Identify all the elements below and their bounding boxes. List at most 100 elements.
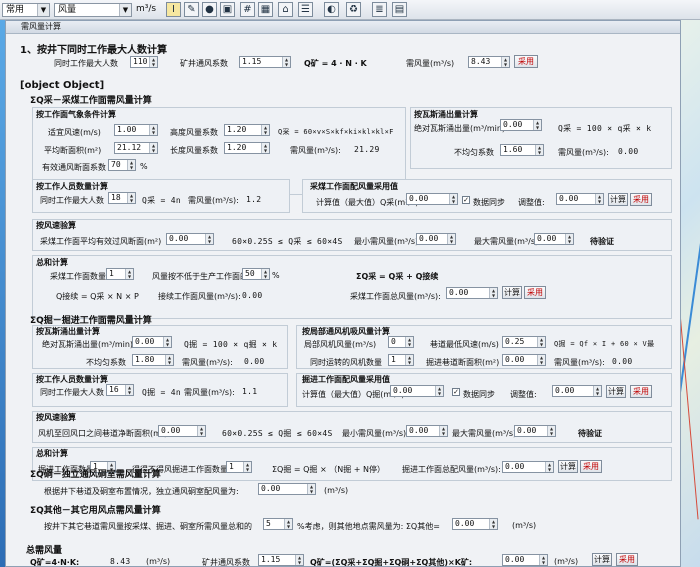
weather-q-label: 需风量(m³/s):	[290, 146, 341, 155]
chevron-down-icon: ▼	[37, 4, 49, 16]
report-icon[interactable]: ≣	[372, 2, 387, 17]
weather-eff-percent: %	[140, 162, 148, 171]
heading-fan-formula: Q掘 = Qf × I + 60 × V最	[554, 340, 655, 348]
heading-wind-min-label: 最小需风量(m³/s)	[342, 429, 407, 438]
heading-sum-adopt-button[interactable]: 采用	[580, 460, 602, 473]
mining-ratio-spinner[interactable]: 50 ▲ ▼	[242, 268, 270, 280]
mining-total-group	[32, 255, 672, 319]
heading-sync-label: 数据同步	[463, 390, 495, 399]
source-select[interactable]: 风量 ▼	[54, 3, 132, 17]
mining-sum-label: 采煤工作面总风量(m³/s):	[350, 292, 441, 301]
total-coef-spinner[interactable]: 1.15 ▲ ▼	[258, 554, 304, 566]
building-icon[interactable]: ⌂	[278, 2, 293, 17]
heading-sum-label: 掘进工作面总配风量(m³/s):	[402, 465, 501, 474]
list-icon[interactable]: ☰	[298, 2, 313, 17]
chamber-spinner[interactable]: 0.00 ▲ ▼	[258, 483, 316, 495]
mining-heading: ΣQ采－采煤工作面需风量计算	[30, 96, 152, 106]
mining-adopt-button[interactable]: 采用	[630, 193, 652, 206]
mode-select[interactable]: 常用 ▼	[2, 3, 50, 17]
heading-workers-formula: Q掘 = 4n	[142, 388, 181, 397]
heading-sync-checkbox[interactable]: ✓	[452, 388, 460, 396]
mining-wind-spinner[interactable]: 0.00 ▲ ▼	[166, 233, 214, 245]
weather-speed-label: 适宜风速(m/s)	[48, 128, 101, 137]
heading-area-label: 掘进巷道断面积(m²)	[426, 358, 500, 367]
palette-icon[interactable]: ◐	[324, 2, 339, 17]
gas-heading: 按瓦斯涌出量计算	[414, 110, 478, 119]
s1-people-spinner[interactable]: 110 ▲ ▼	[130, 56, 158, 68]
weather-area-spinner[interactable]: 21.12 ▲ ▼	[114, 142, 158, 154]
heading-gas-abs-spinner[interactable]: 0.00 ▲ ▼	[132, 336, 172, 348]
mining-total-formula2: Q接续 = Q采 × N × P	[56, 292, 139, 301]
heading-calc-button[interactable]: 计算	[606, 385, 626, 398]
heading-speed-spinner[interactable]: 0.25 ▲ ▼	[502, 336, 546, 348]
heading-sum-spinner[interactable]: 0.00 ▲ ▼	[502, 461, 554, 473]
workers-people-spinner[interactable]: 18 ▲ ▼	[108, 192, 136, 204]
recycle-icon[interactable]: ♻	[346, 2, 361, 17]
s1-q-field: 8.43 ▲ ▼	[468, 56, 510, 68]
other-spinner[interactable]: 5 ▲ ▼	[263, 518, 293, 530]
mining-wind-formula: 60×0.25S ≤ Q采 ≤ 60×4S	[232, 237, 343, 246]
mining-wind-min-label: 最小需风量(m³/s)	[354, 237, 419, 246]
layers-icon[interactable]: ▣	[220, 2, 235, 17]
section1-heading: 1、按井下同时工作最大人数计算	[20, 45, 167, 56]
heading-gas-uneven-spinner[interactable]: 1.80 ▲ ▼	[132, 354, 174, 366]
weather-length-label: 长度风量系数	[170, 146, 218, 155]
mining-sum-adopt-button[interactable]: 采用	[524, 286, 546, 299]
weather-q-value: 21.29	[354, 145, 380, 154]
heading-num-spinner[interactable]: 1 ▲ ▼	[388, 354, 414, 366]
heading-num-label: 同时运转的风机数量	[310, 358, 382, 367]
total-calc-button[interactable]: 计算	[592, 553, 612, 566]
mining-adj-spinner[interactable]: 0.00 ▲ ▼	[556, 193, 604, 205]
s1-adopt-button[interactable]: 采用	[514, 55, 538, 68]
heading-noless-spinner[interactable]: 1 ▲ ▼	[226, 461, 252, 473]
s1-coef-label: 矿井通风系数	[180, 59, 228, 68]
gas-formula: Q采 = 100 × q采 × k	[558, 124, 652, 133]
mining-calc-spinner[interactable]: 0.00 ▲ ▼	[406, 193, 458, 205]
mining-sync-label: 数据同步	[473, 198, 505, 207]
heading-workers-spinner[interactable]: 16 ▲ ▼	[106, 384, 134, 396]
s1-people-label: 同时工作最大人数	[54, 59, 118, 68]
heading-adopt-button[interactable]: 采用	[630, 385, 652, 398]
heading-gas-formula: Q掘 = 100 × q掘 × k	[184, 340, 278, 349]
mining-adopt-heading: 采煤工作面配风量采用值	[310, 182, 398, 191]
heading-fan-q-value: 0.00	[612, 357, 633, 366]
table-icon[interactable]: ▦	[258, 2, 273, 17]
heading-fan-spinner[interactable]: 0 ▲ ▼	[388, 336, 414, 348]
heading-area-spinner[interactable]: 0.00 ▲ ▼	[502, 354, 546, 366]
grid-icon[interactable]: #	[240, 2, 255, 17]
heading-calc-spinner[interactable]: 0.00 ▲ ▼	[390, 385, 444, 397]
weather-length-spinner[interactable]: 1.20 ▲ ▼	[224, 142, 270, 154]
weather-eff-spinner[interactable]: 70 ▲ ▼	[108, 159, 136, 171]
mining-wind-status: 待验证	[590, 237, 614, 246]
weather-eff-label: 有效通风断面系数	[42, 163, 106, 172]
total-f2-label: Q矿=(ΣQ采+ΣQ掘+ΣQ硐+ΣQ其他)×K矿:	[310, 558, 473, 567]
workers-q-label: 需风量(m³/s):	[188, 196, 239, 205]
heading-wind-spinner[interactable]: 0.00 ▲ ▼	[158, 425, 206, 437]
dialog-title: 需风量计算	[6, 21, 680, 34]
gas-uneven-spinner[interactable]: 1.60 ▲ ▼	[500, 144, 544, 156]
heading-sum-calc-button[interactable]: 计算	[558, 460, 578, 473]
circle-icon[interactable]: ●	[202, 2, 217, 17]
mining-sum-calc-button[interactable]: 计算	[502, 286, 522, 299]
total-adopt-button[interactable]: 采用	[616, 553, 638, 566]
gas-abs-spinner[interactable]: 0.00 ▲ ▼	[500, 119, 542, 131]
weather-formula: Q采 = 60×v×S×kf×ki×kl×kl×F	[278, 128, 394, 136]
weather-speed-spinner[interactable]: 1.00 ▲ ▼	[114, 124, 158, 136]
s1-formula: Q矿 = 4 · N · K	[304, 59, 367, 68]
s1-coef-spinner[interactable]: 1.15 ▲ ▼	[239, 56, 291, 68]
draw-icon[interactable]: ✎	[184, 2, 199, 17]
mining-count-label: 采煤工作面数量	[50, 272, 106, 281]
total-v1: 8.43	[110, 557, 131, 566]
mining-calc-button[interactable]: 计算	[608, 193, 628, 206]
mining-sum-spinner[interactable]: 0.00 ▲ ▼	[446, 287, 498, 299]
heading-adopt-heading: 掘进工作面配风量采用值	[302, 375, 390, 384]
mining-sync-checkbox[interactable]: ✓	[462, 196, 470, 204]
cursor-icon[interactable]: I	[166, 2, 181, 17]
weather-area-label: 平均断面积(m²)	[44, 146, 102, 155]
mining-count-spinner[interactable]: 1 ▲ ▼	[106, 268, 134, 280]
document-icon[interactable]: ▤	[392, 2, 407, 17]
weather-height-spinner[interactable]: 1.20 ▲ ▼	[224, 124, 270, 136]
heading-adj-spinner[interactable]: 0.00 ▲ ▼	[552, 385, 602, 397]
heading-gas-abs-label: 绝对瓦斯涌出量(m³/min)	[42, 340, 134, 349]
total-heading: 总需风量	[26, 546, 63, 556]
